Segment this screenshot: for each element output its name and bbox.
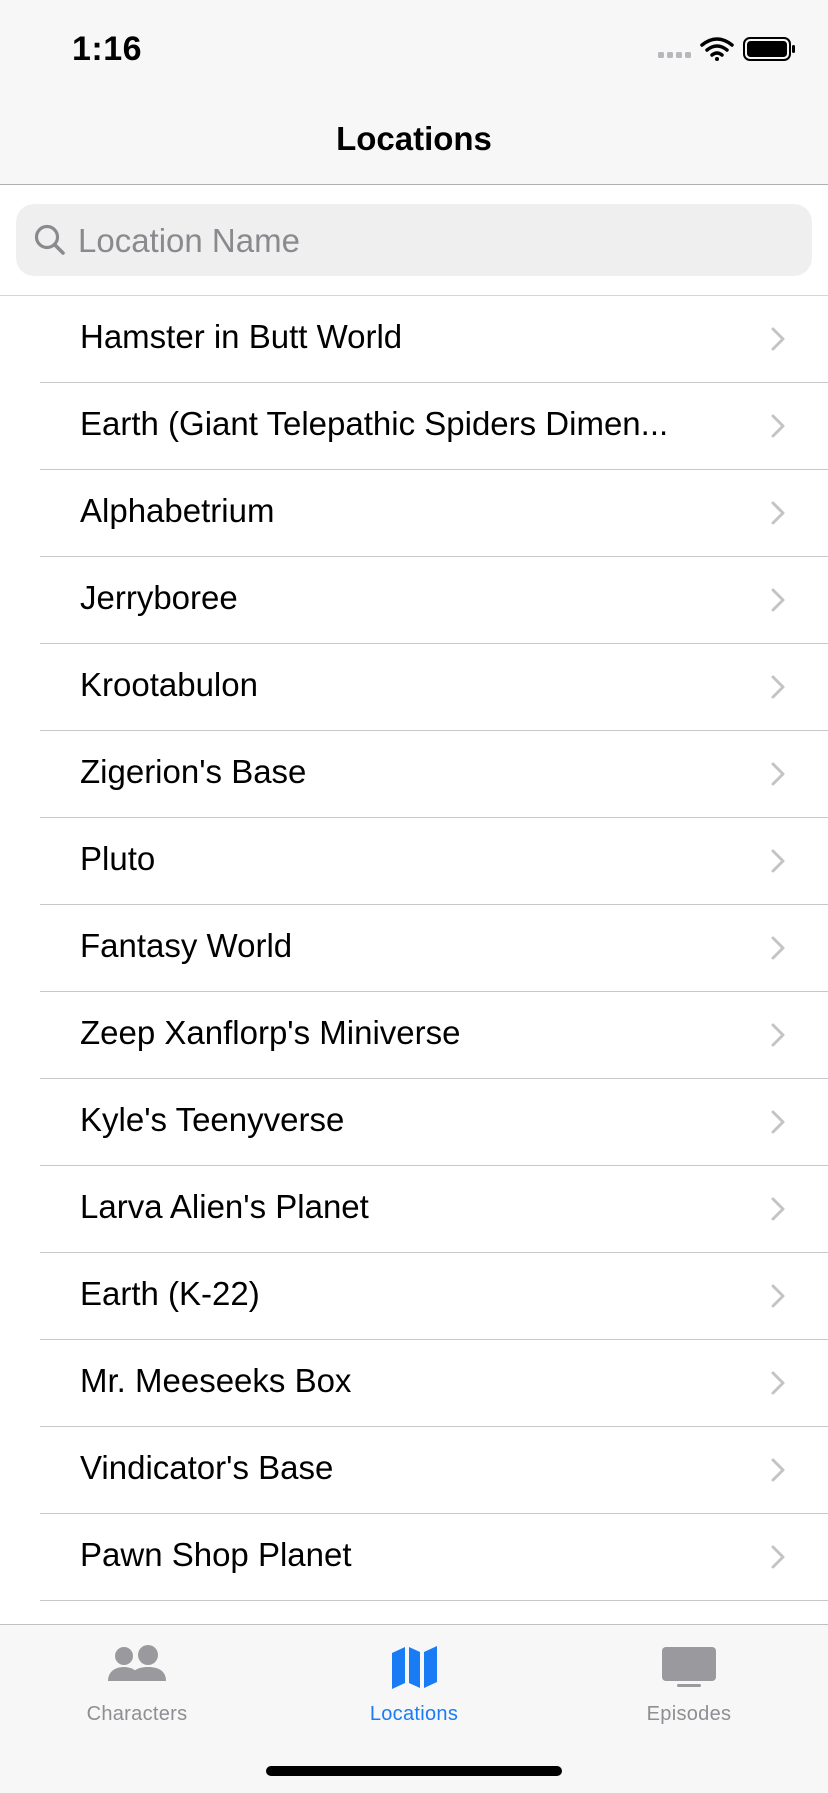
page-title: Locations [336, 120, 492, 157]
chevron-right-icon [771, 414, 785, 438]
list-item[interactable]: Mr. Meeseeks Box [0, 1340, 828, 1427]
chevron-right-icon [771, 1284, 785, 1308]
tab-label: Locations [369, 1703, 459, 1725]
list-item[interactable]: Hamster in Butt World [0, 296, 828, 383]
chevron-right-icon [771, 588, 785, 612]
list-item[interactable]: Earth (Giant Telepathic Spiders Dimen... [0, 383, 828, 470]
list-item[interactable]: Zeep Xanflorp's Miniverse [0, 992, 828, 1079]
location-name: Krootabulon [80, 666, 258, 703]
chevron-right-icon [771, 1371, 785, 1395]
location-name: Alphabetrium [80, 492, 275, 529]
home-indicator [266, 1766, 562, 1776]
location-name: Pluto [80, 840, 156, 877]
list-item[interactable]: Earth (K-22) [0, 1253, 828, 1340]
list-item[interactable]: Zigerion's Base [0, 731, 828, 818]
location-name: Hamster in Butt World [80, 318, 403, 355]
location-name: Kyle's Teenyverse [80, 1101, 345, 1138]
chevron-right-icon [771, 1458, 785, 1482]
list-item[interactable]: Fantasy World [0, 905, 828, 992]
signal-icon [658, 52, 691, 58]
chevron-right-icon [771, 762, 785, 786]
chevron-right-icon [771, 849, 785, 873]
location-name: Zeep Xanflorp's Miniverse [80, 1014, 461, 1051]
chevron-right-icon [771, 1110, 785, 1134]
search-input[interactable] [76, 204, 800, 278]
search-icon [34, 224, 65, 255]
chevron-right-icon [771, 675, 785, 699]
location-name: Mr. Meeseeks Box [80, 1362, 352, 1399]
chevron-right-icon [771, 1545, 785, 1569]
status-time: 1:16 [72, 30, 143, 68]
list-item[interactable]: Larva Alien's Planet [0, 1166, 828, 1253]
list-item[interactable]: Vindicator's Base [0, 1427, 828, 1514]
search-bar [0, 185, 828, 296]
chevron-right-icon [771, 1197, 785, 1221]
location-name: Jerryboree [80, 579, 238, 616]
location-name: Pawn Shop Planet [80, 1536, 352, 1573]
list-item[interactable]: Pluto [0, 818, 828, 905]
tab-label: Episodes [646, 1703, 732, 1725]
people-icon [108, 1645, 166, 1681]
location-name: Earth (Giant Telepathic Spiders Dimen... [80, 405, 669, 442]
chevron-right-icon [771, 936, 785, 960]
list-item[interactable]: Alphabetrium [0, 470, 828, 557]
chevron-right-icon [771, 501, 785, 525]
tv-icon [662, 1647, 716, 1687]
tab-locations[interactable]: Locations [314, 1639, 514, 1726]
list-item[interactable]: Krootabulon [0, 644, 828, 731]
map-icon [392, 1646, 437, 1689]
list-item[interactable]: Pawn Shop Planet [0, 1514, 828, 1601]
list-item[interactable]: Jerryboree [0, 557, 828, 644]
search-field[interactable] [16, 204, 812, 278]
location-name: Earth (K-22) [80, 1275, 260, 1312]
status-bar: 1:16 [0, 0, 828, 100]
chevron-right-icon [771, 1023, 785, 1047]
tab-episodes[interactable]: Episodes [589, 1639, 789, 1726]
status-icons [658, 37, 795, 61]
tab-label: Characters [86, 1703, 188, 1725]
wifi-icon [700, 37, 734, 61]
list-item[interactable]: Kyle's Teenyverse [0, 1079, 828, 1166]
location-list: Hamster in Butt World Earth (Giant Telepa… [0, 296, 828, 1601]
battery-icon [743, 37, 795, 61]
location-name: Fantasy World [80, 927, 293, 964]
tab-characters[interactable]: Characters [37, 1639, 237, 1726]
navigation-bar: Locations [0, 100, 828, 185]
location-name: Zigerion's Base [80, 753, 307, 790]
location-name: Vindicator's Base [80, 1449, 334, 1486]
location-name: Larva Alien's Planet [80, 1188, 369, 1225]
chevron-right-icon [771, 327, 785, 351]
